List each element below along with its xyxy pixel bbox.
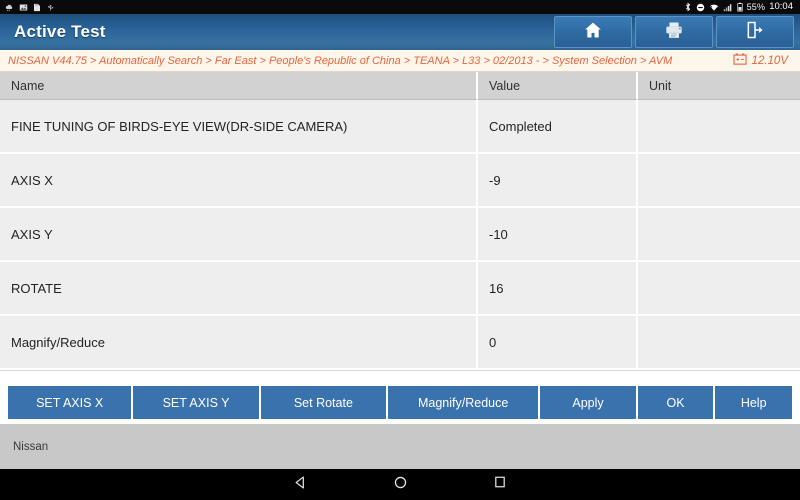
home-icon [583,20,603,45]
cell-value: 0 [478,316,638,368]
status-bar-left-icons [5,3,55,12]
home-button[interactable] [554,16,632,48]
vehicle-brand-label: Nissan [13,441,49,453]
set-axis-y-button[interactable]: SET AXIS Y [133,386,259,419]
do-not-disturb-icon [696,3,705,12]
cell-unit [638,154,800,206]
magnify-reduce-button[interactable]: Magnify/Reduce [388,386,539,419]
status-bar-clock: 10:04 [769,1,793,12]
cell-unit [638,100,800,152]
usb-icon [46,3,55,12]
nav-recents-button[interactable] [477,469,523,500]
table-row[interactable]: Magnify/Reduce 0 [0,316,800,370]
sdcard-icon [33,3,41,12]
cell-name: AXIS Y [0,208,478,260]
cell-name: AXIS X [0,154,478,206]
signal-icon [723,3,733,12]
exit-button[interactable] [716,16,794,48]
column-header-unit: Unit [638,72,800,100]
cell-value: 16 [478,262,638,314]
table-row[interactable]: AXIS Y -10 [0,208,800,262]
print-button[interactable] [635,16,713,48]
printer-icon [664,20,684,45]
breadcrumb-bar: NISSAN V44.75 > Automatically Search > F… [0,50,800,72]
app-title-bar: Active Test [0,14,800,50]
footer-bar: Nissan [0,425,800,469]
tablet-screen: 55% 10:04 Active Test NISSAN V44.75 > Au… [0,0,800,500]
table-row[interactable]: FINE TUNING OF BIRDS-EYE VIEW(DR-SIDE CA… [0,100,800,154]
android-status-bar: 55% 10:04 [0,0,800,14]
set-axis-x-button[interactable]: SET AXIS X [8,386,132,419]
help-button[interactable]: Help [715,386,792,419]
cell-unit [638,316,800,368]
ok-button[interactable]: OK [637,386,714,419]
nav-back-button[interactable] [277,469,323,500]
cell-unit [638,262,800,314]
cell-value: -9 [478,154,638,206]
action-button-bar: SET AXIS X SET AXIS Y Set Rotate Magnify… [8,386,792,419]
column-header-value: Value [478,72,638,100]
cell-value: Completed [478,100,638,152]
battery-percent: 55% [746,2,766,12]
table-row[interactable]: ROTATE 16 [0,262,800,316]
table-header-row: Name Value Unit [0,72,800,100]
column-header-name: Name [0,72,478,100]
voltage-indicator: 12.10V [732,52,792,70]
table-header: Name Value Unit [0,72,800,100]
cell-name: FINE TUNING OF BIRDS-EYE VIEW(DR-SIDE CA… [0,100,478,152]
car-battery-icon [732,52,747,70]
weather-icon [5,3,14,12]
breadcrumb: NISSAN V44.75 > Automatically Search > F… [8,54,673,67]
home-circle-icon [393,475,408,495]
nav-home-button[interactable] [377,469,423,500]
exit-door-icon [745,20,765,45]
recents-square-icon [493,475,507,494]
bluetooth-icon [684,2,692,12]
title-bar-actions [554,14,800,50]
android-nav-bar [0,469,800,500]
table-bottom-divider [0,370,800,371]
status-bar-right-icons: 55% 10:04 [684,2,795,12]
cell-value: -10 [478,208,638,260]
apply-button[interactable]: Apply [540,386,636,419]
voltage-value: 12.10V [751,54,788,67]
set-rotate-button[interactable]: Set Rotate [260,386,387,419]
table-body: FINE TUNING OF BIRDS-EYE VIEW(DR-SIDE CA… [0,100,800,370]
page-title: Active Test [14,22,106,41]
image-icon [19,3,28,12]
wifi-icon [709,3,719,12]
cell-unit [638,208,800,260]
battery-icon [736,2,743,12]
cell-name: Magnify/Reduce [0,316,478,368]
table-row[interactable]: AXIS X -9 [0,154,800,208]
cell-name: ROTATE [0,262,478,314]
back-triangle-icon [293,475,308,495]
active-test-table: Name Value Unit FINE TUNING OF BIRDS-EYE… [0,72,800,371]
